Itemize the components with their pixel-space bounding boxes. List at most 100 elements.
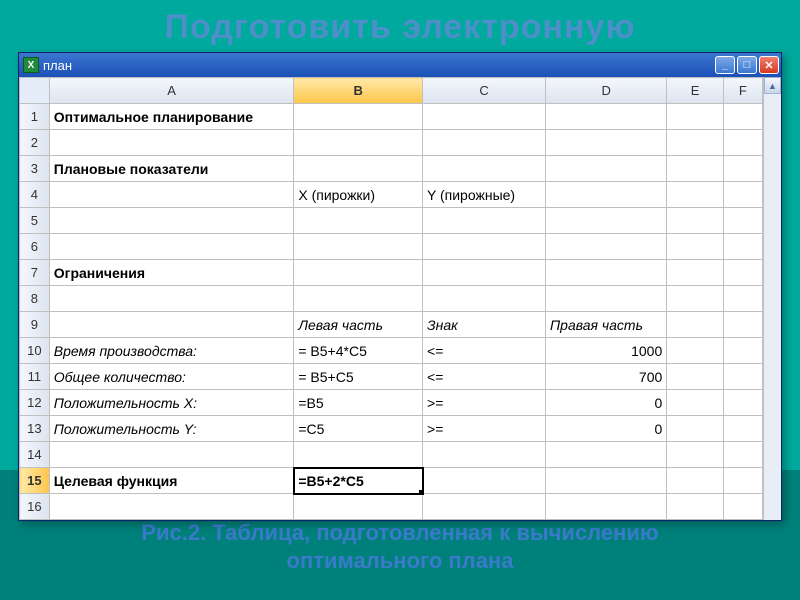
cell-B16[interactable] [294, 494, 423, 520]
cell-D14[interactable] [546, 442, 667, 468]
cell-F13[interactable] [723, 416, 762, 442]
cell-C15[interactable] [423, 468, 546, 494]
cell-F3[interactable] [723, 156, 762, 182]
cell-C14[interactable] [423, 442, 546, 468]
vertical-scrollbar[interactable]: ▲ [763, 77, 781, 520]
row-header[interactable]: 14 [20, 442, 50, 468]
cell-D3[interactable] [546, 156, 667, 182]
cell-B8[interactable] [294, 286, 423, 312]
cell-F2[interactable] [723, 130, 762, 156]
cell-E11[interactable] [667, 364, 724, 390]
row-header[interactable]: 8 [20, 286, 50, 312]
cell-F16[interactable] [723, 494, 762, 520]
row-header[interactable]: 2 [20, 130, 50, 156]
cell-C9[interactable]: Знак [423, 312, 546, 338]
cell-B11[interactable]: = B5+C5 [294, 364, 423, 390]
cell-D8[interactable] [546, 286, 667, 312]
row-header[interactable]: 5 [20, 208, 50, 234]
cell-D9[interactable]: Правая часть [546, 312, 667, 338]
cell-E12[interactable] [667, 390, 724, 416]
cell-E14[interactable] [667, 442, 724, 468]
cell-E4[interactable] [667, 182, 724, 208]
cell-A11[interactable]: Общее количество: [49, 364, 294, 390]
select-all-corner[interactable] [20, 78, 50, 104]
maximize-button[interactable]: □ [737, 56, 757, 74]
cell-D7[interactable] [546, 260, 667, 286]
cell-B7[interactable] [294, 260, 423, 286]
cell-D11[interactable]: 700 [546, 364, 667, 390]
cell-D10[interactable]: 1000 [546, 338, 667, 364]
col-header-D[interactable]: D [546, 78, 667, 104]
cell-D2[interactable] [546, 130, 667, 156]
row-header[interactable]: 4 [20, 182, 50, 208]
cell-C6[interactable] [423, 234, 546, 260]
row-header[interactable]: 7 [20, 260, 50, 286]
cell-A13[interactable]: Положительность Y: [49, 416, 294, 442]
cell-A15[interactable]: Целевая функция [49, 468, 294, 494]
cell-B4[interactable]: X (пирожки) [294, 182, 423, 208]
cell-E2[interactable] [667, 130, 724, 156]
cell-F10[interactable] [723, 338, 762, 364]
row-header[interactable]: 10 [20, 338, 50, 364]
cell-B12[interactable]: =B5 [294, 390, 423, 416]
cell-F8[interactable] [723, 286, 762, 312]
cell-A10[interactable]: Время производства: [49, 338, 294, 364]
cell-C3[interactable] [423, 156, 546, 182]
cell-D12[interactable]: 0 [546, 390, 667, 416]
close-button[interactable]: ✕ [759, 56, 779, 74]
cell-B1[interactable] [294, 104, 423, 130]
cell-B5[interactable] [294, 208, 423, 234]
scroll-up-button[interactable]: ▲ [764, 77, 781, 94]
scroll-track[interactable] [764, 94, 781, 520]
cell-A2[interactable] [49, 130, 294, 156]
cell-D16[interactable] [546, 494, 667, 520]
row-header[interactable]: 9 [20, 312, 50, 338]
cell-E7[interactable] [667, 260, 724, 286]
cell-F15[interactable] [723, 468, 762, 494]
row-header[interactable]: 6 [20, 234, 50, 260]
cell-A4[interactable] [49, 182, 294, 208]
cell-E16[interactable] [667, 494, 724, 520]
cell-A5[interactable] [49, 208, 294, 234]
cell-C2[interactable] [423, 130, 546, 156]
cell-F4[interactable] [723, 182, 762, 208]
cell-E5[interactable] [667, 208, 724, 234]
cell-A12[interactable]: Положительность X: [49, 390, 294, 416]
col-header-C[interactable]: C [423, 78, 546, 104]
row-header[interactable]: 16 [20, 494, 50, 520]
cell-E13[interactable] [667, 416, 724, 442]
cell-A8[interactable] [49, 286, 294, 312]
cell-F5[interactable] [723, 208, 762, 234]
row-header[interactable]: 13 [20, 416, 50, 442]
cell-F1[interactable] [723, 104, 762, 130]
cell-C11[interactable]: <= [423, 364, 546, 390]
cell-C13[interactable]: >= [423, 416, 546, 442]
cell-B10[interactable]: = B5+4*C5 [294, 338, 423, 364]
cell-C8[interactable] [423, 286, 546, 312]
cell-F12[interactable] [723, 390, 762, 416]
cell-F9[interactable] [723, 312, 762, 338]
cell-C12[interactable]: >= [423, 390, 546, 416]
col-header-B[interactable]: B [294, 78, 423, 104]
cell-C1[interactable] [423, 104, 546, 130]
cell-A16[interactable] [49, 494, 294, 520]
cell-F14[interactable] [723, 442, 762, 468]
cell-D4[interactable] [546, 182, 667, 208]
cell-B9[interactable]: Левая часть [294, 312, 423, 338]
titlebar[interactable]: X план _ □ ✕ [19, 53, 781, 77]
col-header-A[interactable]: A [49, 78, 294, 104]
cell-B13[interactable]: =C5 [294, 416, 423, 442]
cell-A3[interactable]: Плановые показатели [49, 156, 294, 182]
cell-E15[interactable] [667, 468, 724, 494]
cell-A6[interactable] [49, 234, 294, 260]
cell-B6[interactable] [294, 234, 423, 260]
cell-C10[interactable]: <= [423, 338, 546, 364]
row-header[interactable]: 3 [20, 156, 50, 182]
cell-E3[interactable] [667, 156, 724, 182]
cell-E6[interactable] [667, 234, 724, 260]
cell-C7[interactable] [423, 260, 546, 286]
col-header-F[interactable]: F [723, 78, 762, 104]
cell-B14[interactable] [294, 442, 423, 468]
cell-D13[interactable]: 0 [546, 416, 667, 442]
row-header[interactable]: 1 [20, 104, 50, 130]
